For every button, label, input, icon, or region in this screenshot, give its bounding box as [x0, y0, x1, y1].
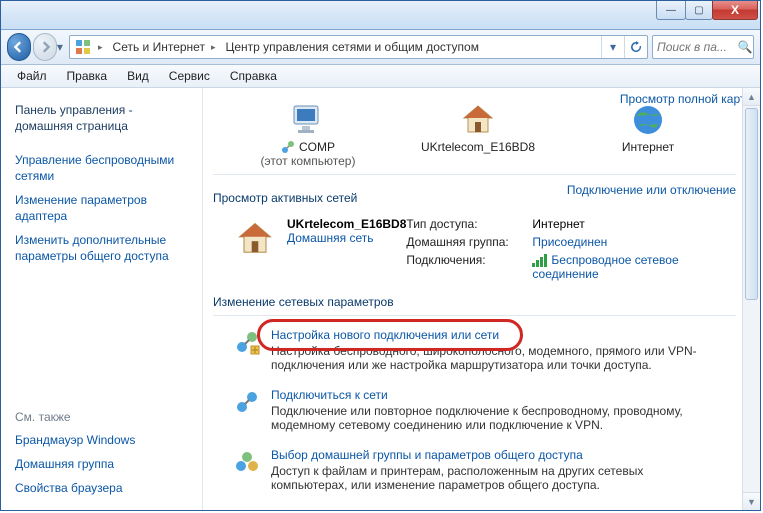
network-ok-icon — [281, 140, 295, 154]
sidebar-homegroup[interactable]: Домашняя группа — [1, 452, 202, 476]
label-homegroup: Домашняя группа: — [406, 235, 526, 249]
map-router-label: UKrtelecom_E16BD8 — [413, 140, 543, 154]
active-networks-header: Просмотр активных сетей Подключение или … — [213, 174, 736, 209]
search-box[interactable]: 🔍 — [652, 35, 754, 59]
scroll-track[interactable] — [743, 106, 760, 492]
opt-new-connection-desc: Настройка беспроводного, широкополосного… — [271, 344, 711, 372]
opt-new-connection-title[interactable]: Настройка нового подключения или сети — [271, 328, 711, 342]
breadcrumb-seg-1[interactable]: Сеть и Интернет — [109, 36, 209, 58]
nav-history: ▾ — [7, 33, 65, 61]
address-bar[interactable]: ▸ Сеть и Интернет ▸ Центр управления сет… — [69, 35, 648, 59]
value-homegroup[interactable]: Присоединен — [532, 235, 728, 249]
search-input[interactable] — [653, 40, 737, 54]
minimize-button[interactable]: — — [656, 1, 686, 20]
menu-help[interactable]: Справка — [222, 67, 285, 85]
house-icon — [233, 217, 277, 261]
connect-network-icon — [233, 388, 261, 416]
history-dropdown[interactable]: ▾ — [55, 40, 65, 54]
navbar: ▾ ▸ Сеть и Интернет ▸ Центр управления с… — [1, 30, 760, 65]
arrow-left-icon — [13, 41, 25, 53]
value-access-type: Интернет — [532, 217, 728, 231]
change-settings-title: Изменение сетевых параметров — [213, 295, 736, 309]
menubar: Файл Правка Вид Сервис Справка — [1, 65, 760, 88]
opt-connect-network[interactable]: Подключиться к сети Подключение или повт… — [213, 382, 736, 442]
computer-icon — [243, 100, 373, 140]
network-sharing-icon — [74, 38, 92, 56]
connect-disconnect-link[interactable]: Подключение или отключение — [567, 183, 736, 197]
label-connections: Подключения: — [406, 253, 526, 281]
menu-view[interactable]: Вид — [119, 67, 157, 85]
house-icon — [413, 100, 543, 140]
opt-homegroup-sharing[interactable]: Выбор домашней группы и параметров общег… — [213, 442, 736, 502]
breadcrumb-dropdown[interactable]: ▾ — [601, 36, 624, 58]
opt-homegroup-title[interactable]: Выбор домашней группы и параметров общег… — [271, 448, 711, 462]
label-access-type: Тип доступа: — [406, 217, 526, 231]
close-button[interactable]: X — [712, 1, 758, 20]
scroll-down-button[interactable]: ▼ — [743, 492, 760, 510]
content-area: Просмотр полной карты COMP (этот компьют… — [203, 88, 760, 510]
map-computer-sublabel: (этот компьютер) — [243, 154, 373, 168]
titlebar: — ▢ X — [1, 1, 760, 30]
sidebar-firewall[interactable]: Брандмауэр Windows — [1, 428, 202, 452]
active-network-block: UKrtelecom_E16BD8 Домашняя сеть — [213, 209, 406, 263]
map-computer-label: COMP — [299, 140, 335, 154]
forward-button[interactable] — [33, 33, 57, 61]
breadcrumb-seg-2[interactable]: Центр управления сетями и общим доступом — [221, 36, 483, 58]
map-internet-label: Интернет — [583, 140, 713, 154]
body: Панель управления -домашняя страница Упр… — [1, 88, 760, 510]
map-node-router[interactable]: UKrtelecom_E16BD8 — [413, 100, 543, 154]
active-network-details: Тип доступа: Интернет Домашняя группа: П… — [406, 209, 736, 281]
sidebar-item-wireless[interactable]: Управление беспроводными сетями — [1, 148, 202, 188]
sidebar-item-adapter[interactable]: Изменение параметров адаптера — [1, 188, 202, 228]
sidebar-browser-props[interactable]: Свойства браузера — [1, 476, 202, 500]
scroll-thumb[interactable] — [745, 108, 758, 300]
opt-connect-network-desc: Подключение или повторное подключение к … — [271, 404, 711, 432]
arrow-right-icon — [39, 41, 51, 53]
search-icon: 🔍 — [737, 40, 753, 54]
map-node-internet[interactable]: Интернет — [583, 100, 713, 154]
opt-new-connection[interactable]: Настройка нового подключения или сети На… — [213, 322, 736, 382]
menu-file[interactable]: Файл — [9, 67, 55, 85]
refresh-button[interactable] — [624, 36, 647, 58]
signal-icon — [532, 254, 547, 267]
menu-tools[interactable]: Сервис — [161, 67, 218, 85]
active-network-type[interactable]: Домашняя сеть — [287, 231, 406, 245]
menu-edit[interactable]: Правка — [59, 67, 116, 85]
sidebar-item-sharing[interactable]: Изменить дополнительные параметры общего… — [1, 228, 202, 268]
refresh-icon — [630, 41, 642, 53]
active-network-name: UKrtelecom_E16BD8 — [287, 217, 406, 231]
side-panel: Панель управления -домашняя страница Упр… — [1, 88, 203, 510]
chevron-right-icon: ▸ — [209, 42, 222, 53]
new-connection-icon — [233, 328, 261, 356]
scroll-up-button[interactable]: ▲ — [743, 88, 760, 106]
window-controls: — ▢ X — [657, 1, 758, 20]
window-frame: — ▢ X ▾ ▸ Сеть и Интернет ▸ Центр управл… — [0, 0, 761, 511]
active-networks-title: Просмотр активных сетей — [213, 191, 357, 205]
network-map: COMP (этот компьютер) UKrtelecom_E16BD8 … — [213, 96, 736, 174]
opt-connect-network-title[interactable]: Подключиться к сети — [271, 388, 711, 402]
see-also-label: См. также — [1, 406, 202, 428]
vertical-scrollbar[interactable]: ▲ ▼ — [742, 88, 760, 510]
globe-icon — [583, 100, 713, 140]
map-node-computer[interactable]: COMP (этот компьютер) — [243, 100, 373, 168]
homegroup-icon — [233, 448, 261, 476]
opt-homegroup-desc: Доступ к файлам и принтерам, расположенн… — [271, 464, 711, 492]
chevron-right-icon: ▸ — [96, 42, 109, 53]
back-button[interactable] — [7, 33, 31, 61]
value-connections[interactable]: Беспроводное сетевое соединение — [532, 253, 728, 281]
control-panel-home[interactable]: Панель управления -домашняя страница — [1, 98, 202, 138]
maximize-button[interactable]: ▢ — [685, 1, 713, 20]
